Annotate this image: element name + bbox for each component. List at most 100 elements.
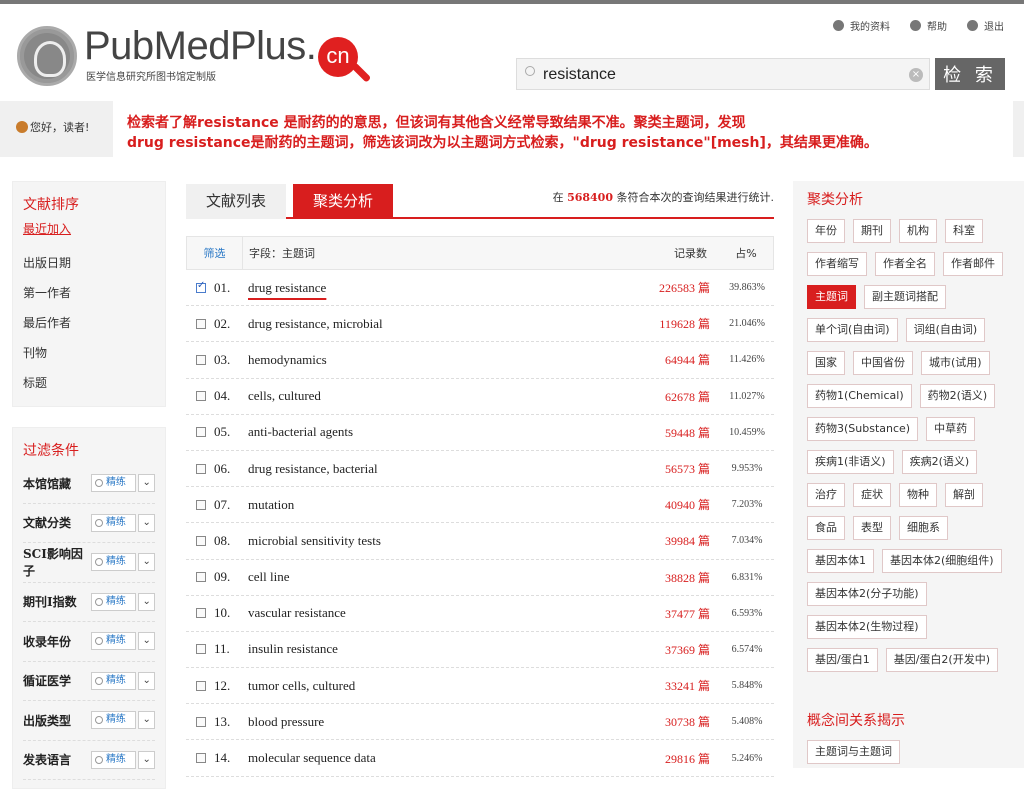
cluster-chip[interactable]: 科室 bbox=[945, 219, 983, 243]
refine-button[interactable]: 精练 bbox=[90, 474, 137, 493]
cluster-chip[interactable]: 物种 bbox=[899, 483, 937, 507]
sort-item[interactable]: 最后作者 bbox=[23, 308, 155, 338]
row-count[interactable]: 30738 篇 bbox=[630, 713, 720, 730]
refine-button[interactable]: 精练 bbox=[90, 632, 137, 651]
row-checkbox[interactable] bbox=[196, 499, 206, 510]
cluster-chip[interactable]: 解剖 bbox=[945, 483, 983, 507]
header-filter[interactable]: 筛选 bbox=[187, 236, 243, 270]
tab-document-list[interactable]: 文献列表 bbox=[186, 184, 287, 219]
cluster-chip[interactable]: 食品 bbox=[807, 516, 845, 540]
row-count[interactable]: 39984 篇 bbox=[630, 532, 720, 549]
row-term[interactable]: drug resistance, bacterial bbox=[248, 461, 630, 477]
cluster-chip[interactable]: 表型 bbox=[853, 516, 891, 540]
row-checkbox[interactable] bbox=[196, 318, 206, 329]
row-checkbox[interactable] bbox=[196, 463, 206, 474]
search-button[interactable]: 检 索 bbox=[935, 58, 1005, 90]
row-checkbox[interactable] bbox=[196, 535, 206, 546]
cluster-chip[interactable]: 作者全名 bbox=[875, 252, 935, 276]
row-count[interactable]: 33241 篇 bbox=[630, 677, 720, 694]
row-count[interactable]: 59448 篇 bbox=[630, 424, 720, 441]
cluster-chip[interactable]: 城市(试用) bbox=[921, 351, 990, 375]
row-term[interactable]: microbial sensitivity tests bbox=[248, 533, 630, 549]
chevron-down-icon[interactable]: ⌄ bbox=[138, 711, 155, 730]
row-term[interactable]: blood pressure bbox=[248, 714, 630, 730]
row-term[interactable]: cell line bbox=[248, 569, 630, 585]
logo-text[interactable]: PubMedPlus. bbox=[84, 24, 317, 69]
chevron-down-icon[interactable]: ⌄ bbox=[138, 553, 155, 572]
row-count[interactable]: 38828 篇 bbox=[630, 569, 720, 586]
cluster-chip[interactable]: 药物1(Chemical) bbox=[807, 384, 912, 408]
tab-cluster-analysis[interactable]: 聚类分析 bbox=[293, 184, 394, 219]
row-term[interactable]: insulin resistance bbox=[248, 641, 630, 657]
cluster-chip[interactable]: 期刊 bbox=[853, 219, 891, 243]
cluster-chip[interactable]: 中国省份 bbox=[853, 351, 913, 375]
clear-icon[interactable]: × bbox=[909, 68, 923, 82]
row-checkbox[interactable] bbox=[196, 391, 206, 402]
cluster-chip[interactable]: 作者缩写 bbox=[807, 252, 867, 276]
row-term[interactable]: drug resistance, microbial bbox=[248, 316, 630, 332]
row-count[interactable]: 40940 篇 bbox=[630, 496, 720, 513]
row-count[interactable]: 37369 篇 bbox=[630, 641, 720, 658]
row-count[interactable]: 56573 篇 bbox=[630, 460, 720, 477]
relation-chip[interactable]: 主题词与主题词 bbox=[807, 740, 900, 764]
row-term[interactable]: mutation bbox=[248, 497, 630, 513]
refine-button[interactable]: 精练 bbox=[90, 750, 137, 769]
cluster-chip[interactable]: 疾病1(非语义) bbox=[807, 450, 894, 474]
cluster-chip[interactable]: 单个词(自由词) bbox=[807, 318, 898, 342]
link-help[interactable]: 帮助 bbox=[910, 18, 947, 33]
chevron-down-icon[interactable]: ⌄ bbox=[138, 513, 155, 532]
cluster-chip[interactable]: 症状 bbox=[853, 483, 891, 507]
cluster-chip[interactable]: 机构 bbox=[899, 219, 937, 243]
refine-button[interactable]: 精练 bbox=[90, 711, 137, 730]
row-checkbox[interactable] bbox=[196, 680, 206, 691]
link-my-profile[interactable]: 我的资料 bbox=[833, 18, 890, 33]
cluster-chip[interactable]: 基因本体2(细胞组件) bbox=[882, 549, 1002, 573]
cluster-chip[interactable]: 国家 bbox=[807, 351, 845, 375]
cluster-chip[interactable]: 年份 bbox=[807, 219, 845, 243]
chevron-down-icon[interactable]: ⌄ bbox=[138, 592, 155, 611]
row-count[interactable]: 29816 篇 bbox=[630, 750, 720, 767]
sort-item[interactable]: 刊物 bbox=[23, 338, 155, 368]
refine-button[interactable]: 精练 bbox=[90, 553, 137, 572]
search-input[interactable] bbox=[543, 63, 903, 87]
row-term[interactable]: drug resistance bbox=[248, 280, 630, 296]
cluster-chip[interactable]: 词组(自由词) bbox=[905, 318, 986, 342]
row-count[interactable]: 119628 篇 bbox=[630, 315, 720, 332]
cluster-chip[interactable]: 基因/蛋白2(开发中) bbox=[885, 648, 999, 672]
cluster-chip[interactable]: 基因本体2(分子功能) bbox=[807, 582, 927, 606]
cluster-chip[interactable]: 基因/蛋白1 bbox=[807, 648, 878, 672]
row-term[interactable]: cells, cultured bbox=[248, 388, 630, 404]
row-checkbox[interactable] bbox=[196, 280, 206, 293]
refine-button[interactable]: 精练 bbox=[90, 513, 137, 532]
row-count[interactable]: 62678 篇 bbox=[630, 388, 720, 405]
refine-button[interactable]: 精练 bbox=[90, 592, 137, 611]
link-logout[interactable]: 退出 bbox=[967, 18, 1004, 33]
row-checkbox[interactable] bbox=[196, 716, 206, 727]
cluster-chip[interactable]: 基因本体1 bbox=[807, 549, 874, 573]
row-checkbox[interactable] bbox=[196, 608, 206, 619]
cluster-chip[interactable]: 药物3(Substance) bbox=[807, 417, 919, 441]
cluster-chip[interactable]: 副主题词搭配 bbox=[864, 285, 946, 309]
row-checkbox[interactable] bbox=[196, 354, 206, 365]
sort-item[interactable]: 标题 bbox=[23, 368, 155, 398]
row-count[interactable]: 37477 篇 bbox=[630, 605, 720, 622]
cluster-chip[interactable]: 药物2(语义) bbox=[919, 384, 996, 408]
row-checkbox[interactable] bbox=[196, 753, 206, 764]
row-count[interactable]: 64944 篇 bbox=[630, 351, 720, 368]
cluster-chip[interactable]: 中草药 bbox=[926, 417, 976, 441]
chevron-down-icon[interactable]: ⌄ bbox=[138, 750, 155, 769]
cluster-chip[interactable]: 作者邮件 bbox=[943, 252, 1003, 276]
cluster-chip[interactable]: 细胞系 bbox=[899, 516, 948, 540]
row-checkbox[interactable] bbox=[196, 644, 206, 655]
row-term[interactable]: vascular resistance bbox=[248, 605, 630, 621]
chevron-down-icon[interactable]: ⌄ bbox=[138, 474, 155, 493]
chevron-down-icon[interactable]: ⌄ bbox=[138, 671, 155, 690]
cluster-chip[interactable]: 治疗 bbox=[807, 483, 845, 507]
cluster-chip[interactable]: 疾病2(语义) bbox=[901, 450, 978, 474]
row-term[interactable]: molecular sequence data bbox=[248, 750, 630, 766]
row-checkbox[interactable] bbox=[196, 427, 206, 438]
chevron-down-icon[interactable]: ⌄ bbox=[138, 632, 155, 651]
sort-item[interactable]: 第一作者 bbox=[23, 278, 155, 308]
cluster-chip[interactable]: 主题词 bbox=[807, 285, 856, 309]
sort-item[interactable]: 最近加入 bbox=[23, 218, 155, 248]
